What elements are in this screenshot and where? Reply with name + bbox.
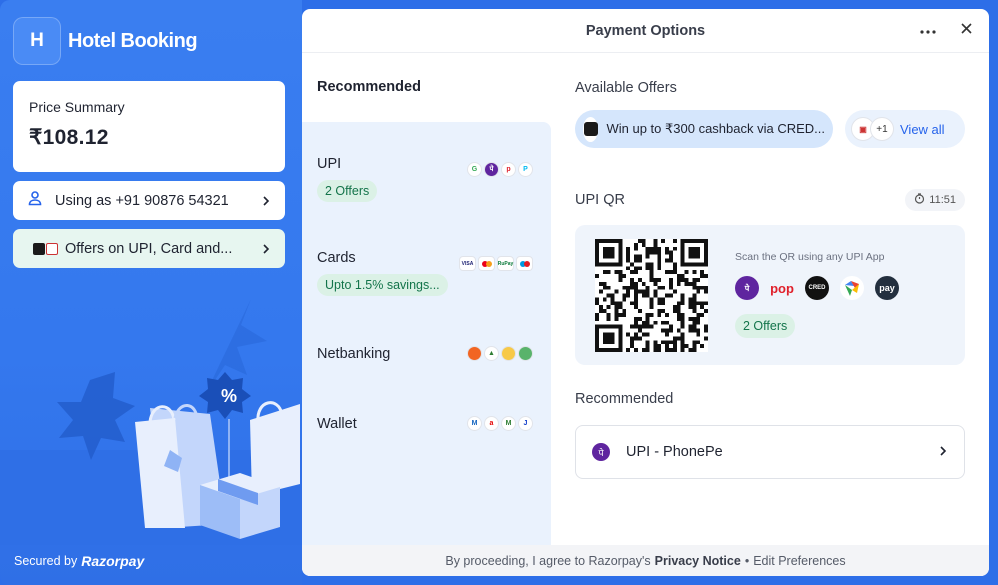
more-horizontal-icon[interactable] <box>919 21 937 39</box>
phonepe-icon: पे <box>735 276 759 300</box>
bank-icon <box>467 346 482 361</box>
scan-qr-text: Scan the QR using any UPI App <box>735 251 885 263</box>
method-wallet[interactable]: Wallet M a M J <box>302 416 551 432</box>
consent-footer: By proceeding, I agree to Razorpay's Pri… <box>302 545 989 576</box>
mastercard-icon <box>478 256 495 271</box>
method-upi[interactable]: UPI 2 Offers G पे p P <box>302 156 551 202</box>
offers-banner[interactable]: Offers on UPI, Card and... <box>13 229 285 268</box>
footer-separator: • <box>744 553 750 568</box>
upi-qr-header: UPI QR 11:51 <box>575 189 965 211</box>
secured-by-badge: Secured by Razorpay <box>14 553 144 569</box>
merchant-logo: H <box>13 17 61 65</box>
airtel-icon: a <box>484 416 499 431</box>
price-summary-card: Price Summary ₹108.12 <box>13 81 285 172</box>
modal-header: Payment Options <box>302 9 989 53</box>
method-netbanking[interactable]: Netbanking ▲ <box>302 346 551 362</box>
merchant-brand: H Hotel Booking <box>13 17 198 65</box>
jio-icon: J <box>518 416 533 431</box>
pop-icon: pop <box>770 280 794 296</box>
price-amount: ₹108.12 <box>29 126 109 149</box>
bank-icon <box>518 346 533 361</box>
bank-icon <box>501 346 516 361</box>
cred-icon <box>583 116 599 142</box>
bank-icons: ▲ <box>467 346 533 361</box>
chevron-right-icon <box>938 443 948 461</box>
payment-options-modal: Payment Options Recommended UPI 2 Offers… <box>302 9 989 576</box>
rupay-icon: RuPay <box>497 256 514 271</box>
offer-chip[interactable]: Win up to ₹300 cashback via CRED... <box>575 110 833 148</box>
view-all-link: View all <box>900 121 945 137</box>
upi-app-icons: G पे p P <box>467 162 533 177</box>
pop-icon: p <box>501 162 516 177</box>
secured-by-text: Secured by <box>14 554 78 568</box>
user-contact-row[interactable]: Using as +91 90876 54321 <box>13 181 285 220</box>
edit-preferences-link[interactable]: Edit Preferences <box>753 554 845 568</box>
recommended-title: Recommended <box>575 391 674 407</box>
stopwatch-icon <box>914 193 925 207</box>
wallet-icons: M a M J <box>467 416 533 431</box>
offers-banner-text: Offers on UPI, Card and... <box>65 240 233 257</box>
user-icon <box>27 190 43 211</box>
privacy-notice-link[interactable]: Privacy Notice <box>655 554 741 568</box>
merchant-panel: H Hotel Booking Price Summary ₹108.12 Us… <box>0 0 302 585</box>
visa-icon: VISA <box>459 256 476 271</box>
upi-qr-card: Scan the QR using any UPI App पे pop CRE… <box>575 225 965 365</box>
paytm-icon: P <box>518 162 533 177</box>
offer-bank-logos-icon <box>33 242 59 255</box>
recommended-item-label: UPI - PhonePe <box>626 444 723 460</box>
price-summary-label: Price Summary <box>29 99 125 115</box>
amazon-pay-icon: pay <box>875 276 899 300</box>
modal-title: Payment Options <box>585 22 706 39</box>
qr-code[interactable] <box>595 239 708 352</box>
payment-methods-list: Recommended UPI 2 Offers G पे p P Cards … <box>302 54 551 545</box>
phonepe-icon: पे <box>592 443 610 461</box>
razorpay-logo: Razorpay <box>81 553 145 569</box>
footer-text: By proceeding, I agree to Razorpay's <box>445 553 651 568</box>
merchant-name: Hotel Booking <box>68 29 198 52</box>
cred-icon: CRED <box>805 276 829 300</box>
qr-timer-value: 11:51 <box>929 194 956 206</box>
user-contact-text: Using as +91 90876 54321 <box>55 192 229 209</box>
available-offers-title: Available Offers <box>575 80 677 96</box>
chevron-right-icon <box>261 193 271 209</box>
card-network-icons: VISA RuPay <box>459 256 533 271</box>
close-icon[interactable] <box>957 21 975 39</box>
offer-chip-text: Win up to ₹300 cashback via CRED... <box>606 121 825 136</box>
gpay-icon: G <box>467 162 482 177</box>
method-offer-badge: 2 Offers <box>317 180 378 202</box>
chevron-right-icon <box>261 241 271 257</box>
qr-timer: 11:51 <box>905 189 965 211</box>
phonepe-icon: पे <box>484 162 499 177</box>
methods-section-title: Recommended <box>317 79 421 95</box>
amazon-icon: M <box>501 416 516 431</box>
method-offer-badge: Upto 1.5% savings... <box>317 274 448 296</box>
maestro-icon <box>516 256 533 271</box>
more-offers-count: +1 <box>870 117 894 141</box>
upi-apps: पे pop CRED pay <box>735 276 899 300</box>
recommended-upi-phonepe[interactable]: पे UPI - PhonePe <box>575 425 965 479</box>
upi-qr-title: UPI QR <box>575 192 625 208</box>
bank-icon: ▲ <box>484 346 499 361</box>
qr-offer-badge: 2 Offers <box>735 314 796 338</box>
shopping-illustration-icon: % <box>0 300 302 545</box>
svg-text:%: % <box>221 386 237 406</box>
method-cards[interactable]: Cards Upto 1.5% savings... VISA RuPay <box>302 250 551 296</box>
google-pay-icon <box>840 276 864 300</box>
view-all-offers-button[interactable]: ▣ +1 View all <box>845 110 965 148</box>
mobikwik-icon: M <box>467 416 482 431</box>
